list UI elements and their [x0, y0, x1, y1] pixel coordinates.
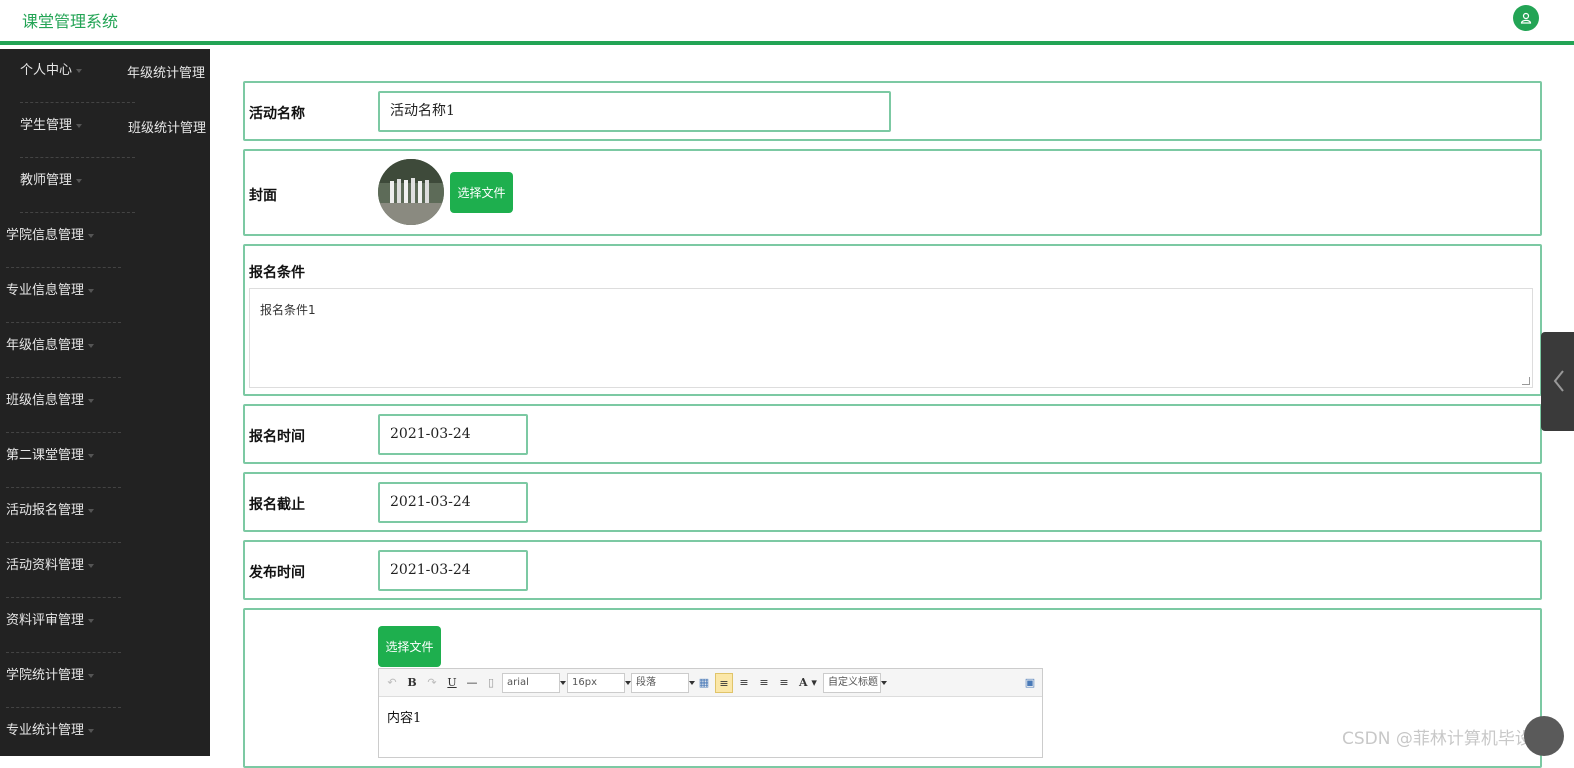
- sidebar-item-students[interactable]: 学生管理: [20, 104, 135, 158]
- sidebar-item-teachers[interactable]: 教师管理: [20, 159, 135, 213]
- paragraph-select[interactable]: 段落: [631, 673, 695, 693]
- cover-choose-file-button[interactable]: 选择文件: [450, 172, 513, 213]
- signup-time-label: 报名时间: [249, 429, 305, 445]
- content-choose-file-button[interactable]: 选择文件: [378, 626, 441, 667]
- form-row-conditions: 报名条件 报名条件1: [243, 244, 1542, 396]
- main-content: 活动名称 活动名称1 封面 选择文件 报名条件 报名条件1 报名时间 2021-…: [210, 49, 1574, 768]
- sidebar: 个人中心 学生管理 教师管理 学院信息管理 专业信息管理 年级信息管理 班级信息…: [0, 49, 210, 756]
- sidebar-item-profile[interactable]: 个人中心: [20, 49, 135, 103]
- watermark: CSDN @菲林计算机毕设: [1342, 729, 1532, 749]
- activity-name-input[interactable]: 活动名称1: [378, 91, 891, 132]
- caret-down-icon: [88, 343, 95, 348]
- caret-down-icon: [76, 123, 83, 128]
- signup-deadline-input[interactable]: 2021-03-24: [378, 482, 528, 523]
- sidebar-item-class-info[interactable]: 班级信息管理: [6, 379, 121, 433]
- resize-handle-icon[interactable]: [1522, 377, 1530, 385]
- redo-icon[interactable]: ↷: [425, 673, 439, 693]
- form-row-publish-time: 发布时间 2021-03-24: [243, 540, 1542, 600]
- caret-down-icon: [88, 453, 95, 458]
- sidebar-item-material-review[interactable]: 资料评审管理: [6, 599, 121, 653]
- font-size-select[interactable]: 16px: [567, 673, 631, 693]
- form-row-signup-time: 报名时间 2021-03-24: [243, 404, 1542, 464]
- fullscreen-icon[interactable]: ▣: [1023, 673, 1037, 693]
- caret-down-icon: [76, 178, 83, 183]
- signup-deadline-label: 报名截止: [249, 497, 305, 513]
- align-justify-icon[interactable]: ≡: [777, 673, 791, 693]
- sidebar-item-major-info[interactable]: 专业信息管理: [6, 269, 121, 323]
- caret-down-icon: [88, 508, 95, 513]
- conditions-textarea[interactable]: 报名条件1: [249, 288, 1533, 388]
- underline-icon[interactable]: U: [445, 673, 459, 693]
- caret-down-icon: [76, 68, 83, 73]
- form-row-cover: 封面 选择文件: [243, 149, 1542, 236]
- user-icon[interactable]: [1513, 5, 1539, 31]
- undo-icon[interactable]: ↶: [385, 673, 399, 693]
- caret-down-icon: [88, 233, 95, 238]
- horizontal-rule-icon[interactable]: —: [465, 673, 479, 693]
- sidebar-item-activity-materials[interactable]: 活动资料管理: [6, 544, 121, 598]
- align-left-icon[interactable]: ≡: [715, 673, 733, 693]
- sidebar-item-college-stats[interactable]: 学院统计管理: [6, 654, 121, 708]
- table-icon[interactable]: ▦: [697, 673, 711, 693]
- caret-down-icon: [88, 618, 95, 623]
- signup-time-input[interactable]: 2021-03-24: [378, 414, 528, 455]
- align-center-icon[interactable]: ≡: [757, 673, 771, 693]
- activity-name-label: 活动名称: [249, 106, 305, 122]
- cover-image: [378, 159, 444, 225]
- floating-button[interactable]: [1524, 716, 1564, 756]
- chevron-left-icon: [1553, 370, 1564, 392]
- top-bar: 课堂管理系统: [0, 0, 1574, 45]
- form-row-signup-deadline: 报名截止 2021-03-24: [243, 472, 1542, 532]
- custom-title-select[interactable]: 自定义标题: [823, 673, 887, 693]
- dropdown-arrow-icon: [881, 681, 887, 685]
- bold-icon[interactable]: B: [405, 673, 419, 693]
- caret-down-icon: [88, 563, 95, 568]
- paste-icon[interactable]: ▯: [484, 673, 498, 693]
- sidebar-item-grade-info[interactable]: 年级信息管理: [6, 324, 121, 378]
- sidebar-item-activity-signup[interactable]: 活动报名管理: [6, 489, 121, 543]
- caret-down-icon: [88, 398, 95, 403]
- editor-content[interactable]: 内容1: [387, 707, 421, 726]
- dropdown-arrow-icon: [560, 681, 566, 685]
- sidebar-item-major-stats[interactable]: 专业统计管理: [6, 709, 121, 756]
- form-row-activity-name: 活动名称 活动名称1: [243, 81, 1542, 141]
- sidebar-item-college-info[interactable]: 学院信息管理: [6, 214, 121, 268]
- side-panel-toggle[interactable]: [1541, 332, 1574, 431]
- rich-text-editor: ↶ B ↷ U — ▯ arial 16px 段落 ▦ ≡ ≡ ≡ ≡ A ▾ …: [378, 668, 1043, 758]
- sidebar-item-class-stats[interactable]: 班级统计管理: [128, 117, 206, 136]
- conditions-label: 报名条件: [249, 265, 305, 281]
- dropdown-arrow-icon: [689, 681, 695, 685]
- publish-time-input[interactable]: 2021-03-24: [378, 550, 528, 591]
- app-title: 课堂管理系统: [22, 12, 119, 31]
- sidebar-item-second-classroom[interactable]: 第二课堂管理: [6, 434, 121, 488]
- cover-label: 封面: [249, 188, 277, 204]
- caret-down-icon: [88, 288, 95, 293]
- font-color-icon[interactable]: A ▾: [797, 673, 819, 693]
- conditions-text: 报名条件1: [260, 303, 316, 317]
- caret-down-icon: [88, 728, 95, 733]
- sidebar-item-grade-stats[interactable]: 年级统计管理: [127, 62, 205, 81]
- font-family-select[interactable]: arial: [502, 673, 566, 693]
- publish-time-label: 发布时间: [249, 565, 305, 581]
- caret-down-icon: [88, 673, 95, 678]
- editor-toolbar: ↶ B ↷ U — ▯ arial 16px 段落 ▦ ≡ ≡ ≡ ≡ A ▾ …: [379, 669, 1042, 697]
- align-right-icon[interactable]: ≡: [737, 673, 751, 693]
